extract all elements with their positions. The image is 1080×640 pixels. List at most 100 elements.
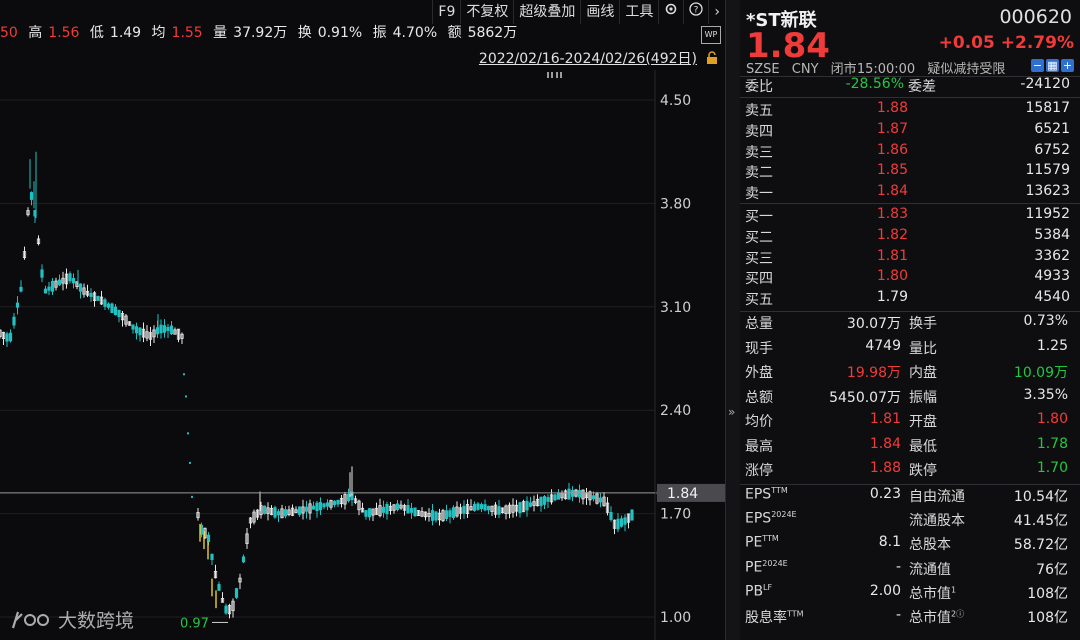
change-pct: +2.79% <box>1000 33 1074 53</box>
candle-body <box>169 325 174 335</box>
ask-row[interactable]: 卖三 1.86 6752 <box>740 142 1080 163</box>
candle-body <box>276 511 281 516</box>
fundamental-row: PE2024E - 流通值 76亿 <box>740 559 1080 583</box>
candle-body <box>318 502 323 511</box>
candle-body <box>630 509 634 521</box>
ask-row[interactable]: 卖二 1.85 11579 <box>740 162 1080 183</box>
stat-value: 3.35% <box>1023 386 1068 403</box>
candle-body <box>332 500 337 506</box>
stat-label: 跌停 <box>909 463 937 479</box>
candle-body <box>283 509 288 517</box>
candle-dot <box>183 373 185 376</box>
candle-body <box>546 497 550 502</box>
candle-body <box>525 500 529 511</box>
fundamental-value: 108亿 <box>1027 585 1068 602</box>
fundamental-value: 8.1 <box>878 534 901 551</box>
fundamental-label: 流通股本 <box>909 513 965 530</box>
candle-body <box>96 295 100 301</box>
stat-value: 1.80 <box>1036 411 1068 427</box>
ask-label: 卖五 <box>745 103 773 119</box>
stat-label: 振幅 <box>909 389 937 406</box>
candle-body <box>476 503 480 510</box>
candle-body <box>106 303 111 308</box>
candle-body <box>322 503 326 508</box>
candle-body <box>430 510 435 521</box>
fundamental-label: 总市值1 <box>909 585 957 602</box>
candle-body <box>528 502 533 507</box>
bid-volume: 4540 <box>1034 289 1070 306</box>
candle-body <box>162 325 167 333</box>
stat-label: 外盘 <box>745 365 773 381</box>
divider <box>740 97 1080 98</box>
candle-body <box>117 309 121 318</box>
ask-row[interactable]: 卖一 1.84 13623 <box>740 183 1080 204</box>
candle-body <box>159 324 163 334</box>
candle-body <box>409 508 414 513</box>
fundamental-value: 108亿 <box>1027 610 1068 626</box>
stat-label: 量比 <box>909 340 937 357</box>
candle-dot <box>187 432 189 435</box>
stat-label: 涨停 <box>745 463 773 479</box>
ask-label: 卖一 <box>745 186 773 203</box>
candle-body <box>616 518 620 530</box>
weicha-label: 委差 <box>908 79 936 95</box>
candle-body <box>15 302 20 308</box>
kline-chart-panel[interactable]: 50 高 1.56 低 1.49 均 1.55 量 37.92万 换 0.91% 振 4.7… <box>0 0 725 640</box>
candle-body <box>166 326 170 332</box>
stat-label: 均价 <box>745 414 773 430</box>
candle-body <box>448 510 452 517</box>
bid-row[interactable]: 买三 1.81 3362 <box>740 248 1080 269</box>
bid-row[interactable]: 买五 1.79 4540 <box>740 289 1080 310</box>
panel-splitter[interactable]: » <box>725 0 741 640</box>
candle-body <box>138 327 142 336</box>
candle-body <box>110 303 114 314</box>
candle-body <box>5 333 9 342</box>
candle-body <box>598 497 603 503</box>
candle-body <box>71 278 76 284</box>
stat-value: 19.98万 <box>846 365 901 381</box>
candle-body <box>8 332 13 342</box>
candle-body <box>297 506 302 515</box>
current-price-tag: 1.84 <box>667 486 698 502</box>
ask-row[interactable]: 卖五 1.88 15817 <box>740 100 1080 121</box>
fundamental-value: 0.23 <box>869 486 901 502</box>
candle-body <box>68 273 72 282</box>
candle-body <box>577 490 582 498</box>
y-tick-label: 4.50 <box>660 93 691 109</box>
candle-body <box>241 556 246 563</box>
candle-body <box>304 506 309 512</box>
candle-body <box>539 496 543 507</box>
stat-value: 0.73% <box>1023 313 1068 329</box>
grid-icon[interactable]: ▦ <box>1046 59 1059 72</box>
y-tick-label: 3.80 <box>660 196 691 212</box>
candle-body <box>262 505 267 514</box>
bid-price: 1.79 <box>876 289 908 306</box>
quote-icons: − ▦ + <box>1031 59 1074 72</box>
weibi-value: -28.56% <box>845 76 904 92</box>
stat-value: 1.84 <box>869 435 901 452</box>
plus-icon[interactable]: + <box>1061 59 1074 72</box>
bid-row[interactable]: 买一 1.83 11952 <box>740 206 1080 227</box>
app-root: 50 高 1.56 低 1.49 均 1.55 量 37.92万 换 0.91% 振 4.7… <box>0 0 1080 640</box>
bid-label: 买四 <box>745 271 773 288</box>
stat-row: 均价 1.81 开盘 1.80 <box>740 411 1080 435</box>
candle-dot <box>189 461 191 464</box>
exchange: SZSE <box>746 62 780 77</box>
bid-row[interactable]: 买四 1.80 4933 <box>740 268 1080 289</box>
fundamental-value: - <box>895 607 901 623</box>
stat-row: 总额 5450.07万 振幅 3.35% <box>740 387 1080 411</box>
fundamental-row: 股息率TTM - 总市值2ⓘ 108亿 <box>740 607 1080 631</box>
ask-row[interactable]: 卖四 1.87 6521 <box>740 121 1080 142</box>
stat-value: 1.70 <box>1036 460 1068 476</box>
stat-row: 最高 1.84 最低 1.78 <box>740 436 1080 460</box>
candle-body <box>50 280 55 292</box>
expand-arrow-icon[interactable]: » <box>728 405 735 419</box>
ask-volume: 13623 <box>1025 183 1070 200</box>
stat-value: 5450.07万 <box>829 389 901 406</box>
kline-plot[interactable]: 4.50 3.80 3.10 2.40 1.70 1.00 1.84 0.97 <box>0 0 725 640</box>
bid-row[interactable]: 买二 1.82 5384 <box>740 227 1080 248</box>
candle-body <box>609 511 613 520</box>
candle-body <box>29 192 34 200</box>
quote-time: 15:00:00 <box>856 62 916 77</box>
minus-icon[interactable]: − <box>1031 59 1044 72</box>
